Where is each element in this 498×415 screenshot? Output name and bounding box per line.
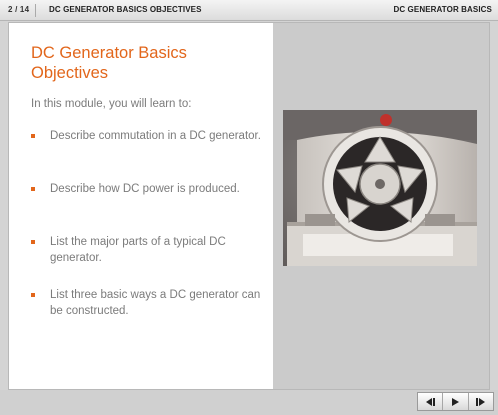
objectives-list: Describe commutation in a DC generator. …: [31, 129, 261, 341]
dc-generator-photo: [283, 110, 477, 266]
header-divider: [35, 4, 36, 17]
bullet-icon: [31, 240, 35, 244]
bullet-icon: [31, 293, 35, 297]
objective-item: Describe how DC power is produced.: [31, 182, 261, 235]
objective-item: List the major parts of a typical DC gen…: [31, 235, 261, 288]
play-button[interactable]: [443, 393, 469, 410]
bullet-icon: [31, 134, 35, 138]
rewind-icon: [426, 397, 436, 406]
objective-item: Describe commutation in a DC generator.: [31, 129, 261, 182]
slide-frame: DC Generator Basics Objectives In this m…: [8, 22, 490, 390]
top-bar: 2 / 14 DC GENERATOR BASICS OBJECTIVES DC…: [0, 0, 498, 21]
slide-title: DC GENERATOR BASICS OBJECTIVES: [49, 5, 202, 14]
page-counter: 2 / 14: [8, 5, 30, 14]
media-panel: [273, 23, 489, 389]
objective-text: Describe how DC power is produced.: [50, 183, 240, 195]
play-icon: [452, 397, 460, 406]
objective-text: List the major parts of a typical DC gen…: [50, 236, 226, 264]
intro-text: In this module, you will learn to:: [31, 98, 192, 110]
course-title: DC GENERATOR BASICS: [393, 5, 492, 14]
content-panel: DC Generator Basics Objectives In this m…: [9, 23, 272, 389]
bullet-icon: [31, 187, 35, 191]
objective-text: Describe commutation in a DC generator.: [50, 130, 261, 142]
objective-text: List three basic ways a DC generator can…: [50, 289, 261, 317]
navigation-controls: [417, 392, 494, 411]
objective-item: List three basic ways a DC generator can…: [31, 288, 261, 341]
next-button[interactable]: [469, 393, 493, 410]
back-button[interactable]: [418, 393, 444, 410]
page-title: DC Generator Basics Objectives: [31, 44, 187, 82]
next-icon: [475, 397, 485, 406]
generator-illustration: [283, 110, 477, 266]
